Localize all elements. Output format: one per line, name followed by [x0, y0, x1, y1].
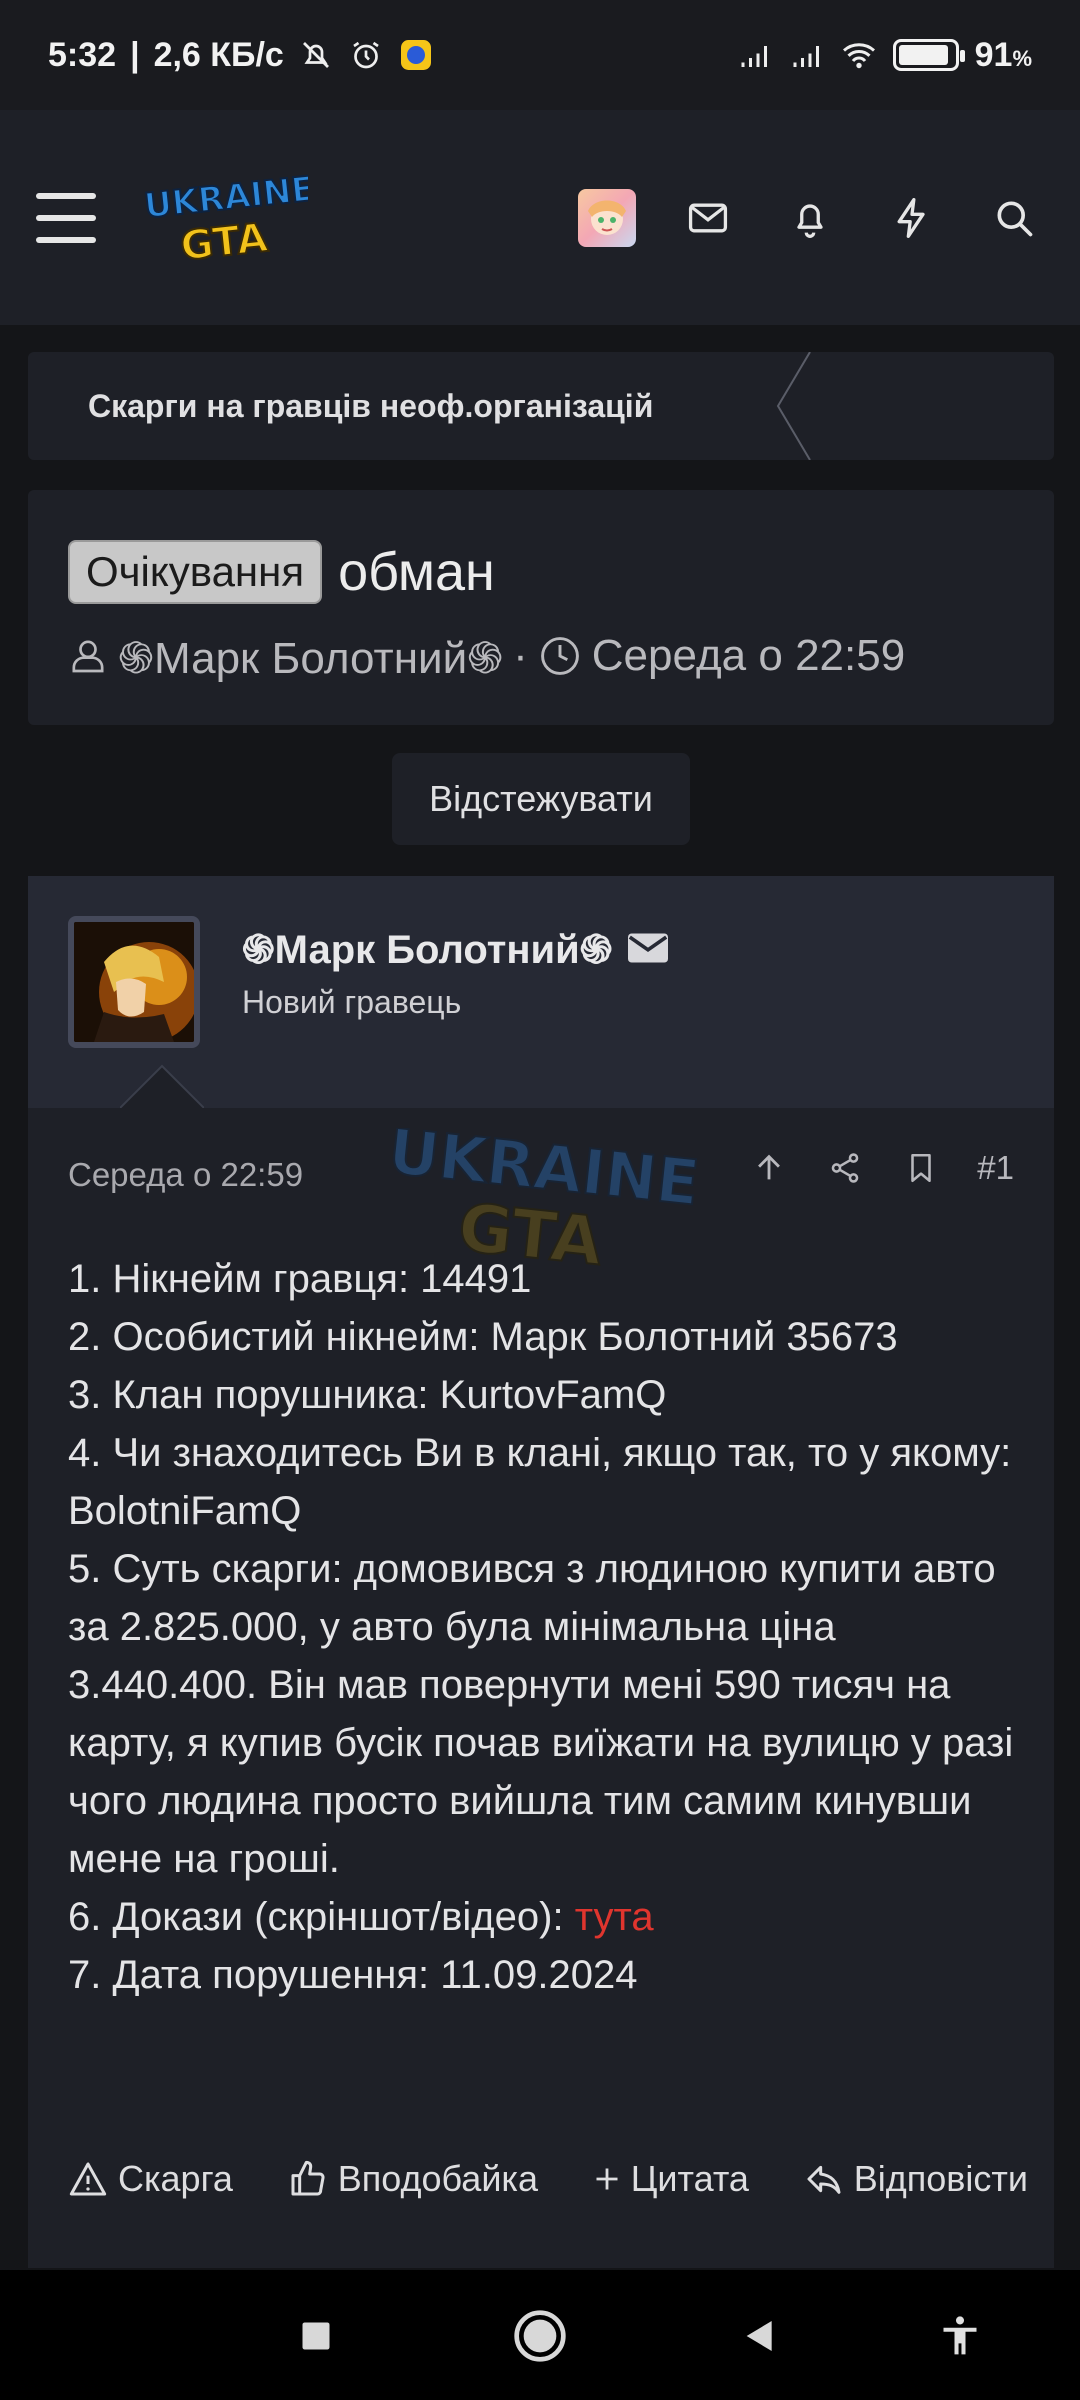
back-triangle-icon: [746, 2321, 772, 2351]
app-notification-icon: [400, 40, 431, 70]
signal-icon-2: [793, 46, 819, 67]
status-time: 5:32: [48, 35, 117, 74]
content-line: 3. Клан порушника: KurtovFamQ: [68, 1373, 667, 1417]
accessibility-icon: [943, 2316, 977, 2355]
status-separator: |: [130, 35, 140, 74]
thread-date[interactable]: Середа о 22:59: [592, 631, 905, 681]
clock-icon: [540, 637, 579, 675]
content-line: 5. Суть скарги: домовився з людиною купи…: [68, 1547, 1014, 1881]
thread-author[interactable]: ֍Марк Болотний֍: [118, 626, 503, 686]
report-button[interactable]: Скарга: [68, 2158, 233, 2200]
battery-percent: 91%: [974, 35, 1032, 74]
pointer-outline: [120, 1064, 204, 1108]
status-speed: 2,6 КБ/с: [153, 35, 284, 74]
signal-icon: [741, 46, 767, 67]
wifi-icon: [842, 43, 875, 69]
thread-meta: ֍Марк Болотний֍ · Середа о 22:59: [68, 626, 1014, 686]
post-number[interactable]: #1: [977, 1149, 1014, 1187]
warning-icon: [69, 2162, 107, 2196]
plus-icon: [596, 2168, 618, 2190]
breadcrumb[interactable]: Скарги на гравців неоф.організацій: [28, 352, 1054, 460]
bell-icon[interactable]: [780, 188, 840, 248]
search-icon[interactable]: [984, 188, 1044, 248]
square-icon: [302, 2322, 330, 2350]
content-line: 4. Чи знаходитесь Ви в клані, якщо так, …: [68, 1431, 1012, 1533]
back-button[interactable]: [730, 2306, 790, 2366]
menu-icon[interactable]: [36, 192, 96, 243]
author-avatar[interactable]: [68, 916, 200, 1048]
svg-text:GTA: GTA: [178, 214, 270, 267]
content-line: 2. Особистий нікнейм: Марк Болотний 3567…: [68, 1315, 898, 1359]
system-nav-bar: [0, 2270, 1080, 2400]
envelope-icon[interactable]: [626, 928, 670, 968]
breadcrumb-chevron-icon: [776, 352, 811, 460]
recents-button[interactable]: [286, 2306, 346, 2366]
status-badge: Очікування: [68, 540, 323, 604]
post-content: 1. Нікнейм гравця: 14491 2. Особистий ні…: [68, 1250, 1018, 2004]
post-actions: Скарга Вподобайка Цитата Відповісти: [68, 2158, 1028, 2200]
content-line-proof: 6. Докази (скріншот/відео): тута: [68, 1895, 654, 1939]
post-date[interactable]: Середа о 22:59: [68, 1156, 303, 1194]
share-icon[interactable]: [825, 1148, 865, 1188]
battery-level: [898, 45, 948, 65]
post-author-block: ֍Марк Болотний֍ Новий гравець: [28, 876, 1054, 1108]
like-button[interactable]: Вподобайка: [288, 2158, 538, 2200]
thread-title: обман: [338, 542, 495, 602]
follow-button[interactable]: Відстежувати: [392, 753, 690, 845]
accessibility-button[interactable]: [930, 2306, 990, 2366]
user-avatar[interactable]: [578, 188, 636, 247]
site-header: UKRAINE GTA: [0, 110, 1080, 325]
thread-header: Очікування обман ֍Марк Болотний֍ · Серед…: [28, 490, 1054, 725]
alarm-icon: [353, 41, 379, 69]
post-author-role: Новий гравець: [242, 984, 462, 1020]
content-line: 1. Нікнейм гравця: 14491: [68, 1257, 532, 1301]
quote-button[interactable]: Цитата: [593, 2158, 749, 2200]
home-circle-icon: [514, 2310, 566, 2362]
proof-link[interactable]: тута: [575, 1895, 654, 1939]
bookmark-icon[interactable]: [901, 1148, 941, 1188]
post-author-name[interactable]: ֍Марк Болотний֍: [242, 920, 670, 975]
content-line: 7. Дата порушення: 11.09.2024: [68, 1953, 638, 1997]
battery-icon: [892, 39, 965, 71]
reply-icon: [807, 2165, 841, 2194]
upvote-arrow-icon[interactable]: [749, 1148, 789, 1188]
home-button[interactable]: [510, 2306, 570, 2366]
svg-text:UKRAINE: UKRAINE: [142, 168, 308, 226]
breadcrumb-label[interactable]: Скарги на гравців неоф.організацій: [88, 388, 653, 425]
mail-icon[interactable]: [678, 188, 738, 248]
reply-button[interactable]: Відповісти: [804, 2158, 1028, 2200]
thumbs-up-icon: [291, 2160, 325, 2196]
meta-separator: ·: [513, 631, 528, 680]
post-body: UKRAINE GTA Середа о 22:59 #1 1. Нікнейм…: [28, 1108, 1054, 2268]
site-logo[interactable]: UKRAINE GTA: [138, 167, 317, 270]
status-bar: 5:32 | 2,6 КБ/с 91%: [0, 0, 1080, 110]
user-icon: [72, 640, 104, 673]
mute-icon: [302, 42, 329, 68]
lightning-icon[interactable]: [882, 188, 942, 248]
